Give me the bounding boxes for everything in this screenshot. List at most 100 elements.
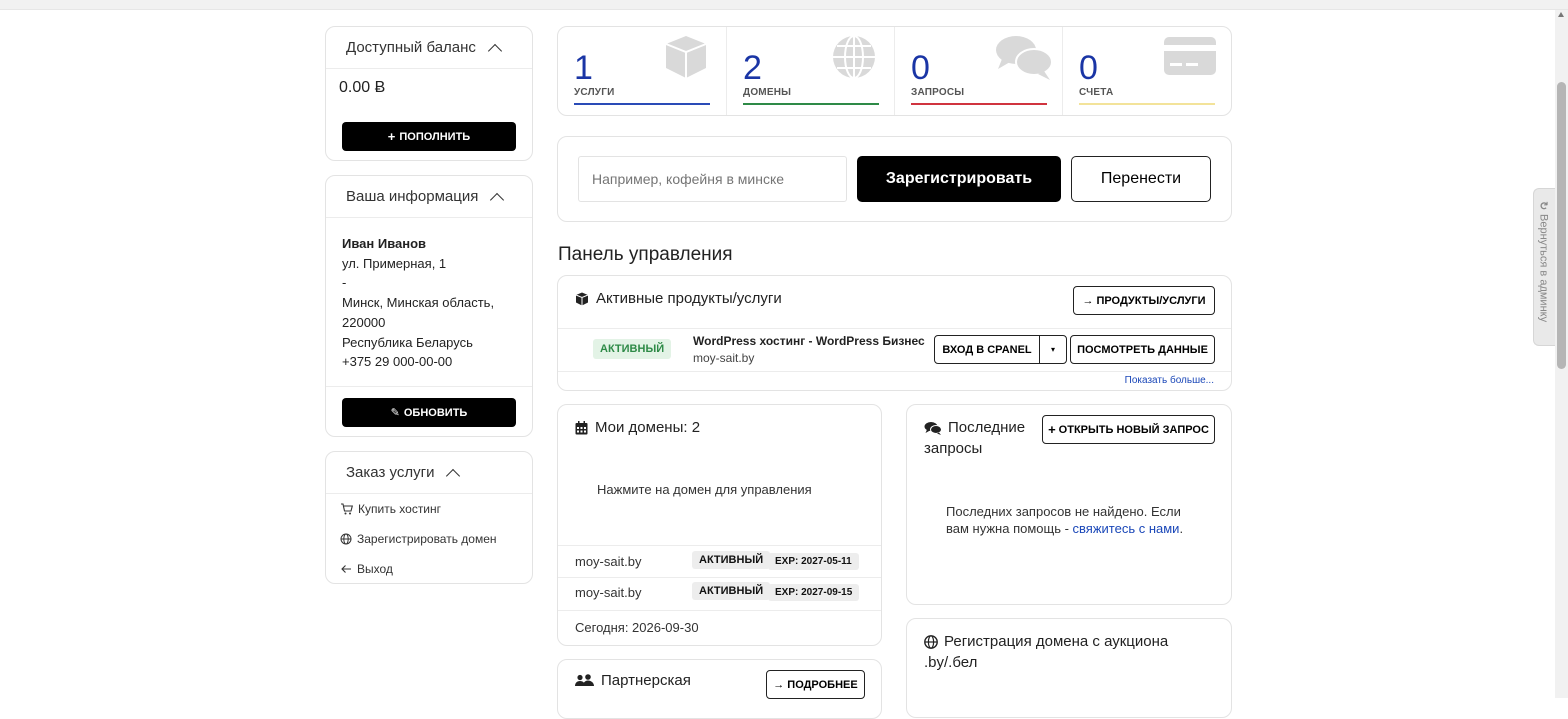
scroll-up-arrow[interactable]: [1558, 12, 1564, 17]
user-country: Республика Беларусь: [342, 334, 473, 350]
update-info-button[interactable]: ✎ ОБНОВИТЬ: [342, 398, 516, 427]
open-ticket-button[interactable]: + ОТКРЫТЬ НОВЫЙ ЗАПРОС: [1042, 415, 1215, 444]
caret-down-icon: ▾: [1050, 345, 1055, 354]
affiliate-more-label: ПОДРОБНЕЕ: [787, 678, 858, 691]
transfer-domain-button[interactable]: Перенести: [1071, 156, 1211, 202]
all-products-button[interactable]: → ПРОДУКТЫ/УСЛУГИ: [1073, 286, 1215, 315]
product-domain: moy-sait.by: [693, 351, 755, 365]
plus-icon: +: [387, 129, 396, 144]
affiliate-panel: Партнерская → ПОДРОБНЕЕ: [557, 659, 882, 719]
stat-value: 0: [911, 49, 930, 87]
globe-icon: [924, 634, 938, 649]
tickets-title-line2: запросы: [924, 440, 983, 457]
domain-row[interactable]: moy-sait.by АКТИВНЫЙ EXP: 2027-05-11: [558, 546, 881, 577]
sidebar-item-label: Выход: [357, 562, 393, 576]
balance-title: Доступный баланс: [346, 39, 476, 56]
domain-search-input[interactable]: [578, 156, 847, 202]
contact-us-link[interactable]: свяжитесь с нами: [1073, 521, 1180, 536]
recent-tickets-panel: Последние запросы + ОТКРЫТЬ НОВЫЙ ЗАПРОС…: [906, 404, 1232, 605]
stat-domains[interactable]: 2 ДОМЕНЫ: [726, 27, 894, 115]
domain-search-panel: Зарегистрировать Перенести: [557, 136, 1232, 222]
cpanel-dropdown-button[interactable]: ▾: [1039, 335, 1067, 364]
balance-panel: Доступный баланс 0.00 Ƀ + ПОПОЛНИТЬ: [325, 26, 533, 161]
user-info-title: Ваша информация: [346, 188, 479, 205]
auction-title-line1: Регистрация домена с аукциона: [944, 633, 1169, 650]
cpanel-login-button[interactable]: ВХОД В CPANEL: [934, 335, 1040, 364]
product-status-badge: АКТИВНЫЙ: [593, 339, 672, 359]
domain-row[interactable]: moy-sait.by АКТИВНЫЙ EXP: 2027-09-15: [558, 578, 881, 609]
arrow-right-icon: →: [1082, 294, 1094, 307]
stat-value: 1: [574, 49, 593, 87]
product-name[interactable]: WordPress хостинг - WordPress Бизнес: [693, 334, 925, 348]
cube-icon: [665, 36, 707, 78]
stat-underline: [1079, 103, 1215, 105]
balance-panel-header[interactable]: Доступный баланс: [326, 27, 532, 69]
empty-text-line2: вам нужна помощь -: [946, 521, 1073, 536]
stat-label: ЗАПРОСЫ: [911, 87, 965, 98]
stat-tickets[interactable]: 0 ЗАПРОСЫ: [894, 27, 1062, 115]
stat-value: 2: [743, 49, 762, 87]
active-products-title: Активные продукты/услуги: [596, 290, 782, 307]
auction-header: Регистрация домена с аукциона .by/.бел: [924, 631, 1168, 673]
order-panel: Заказ услуги Купить хостинг Зарегистриро…: [325, 451, 533, 584]
stat-services[interactable]: 1 УСЛУГИ: [558, 27, 726, 115]
comments-icon: [924, 421, 942, 435]
tickets-empty-message: Последних запросов не найдено. Если вам …: [946, 503, 1183, 537]
domain-status-badge: АКТИВНЫЙ: [692, 551, 771, 569]
sidebar-item-label: Купить хостинг: [358, 502, 442, 516]
divider: [558, 328, 1231, 329]
chevron-up-icon[interactable]: [490, 192, 505, 207]
topup-button[interactable]: + ПОПОЛНИТЬ: [342, 122, 516, 151]
user-info-header[interactable]: Ваша информация: [326, 176, 532, 218]
my-domains-panel: Мои домены: 2 Нажмите на домен для управ…: [557, 404, 882, 646]
domain-name: moy-sait.by: [575, 554, 642, 569]
empty-text-end: .: [1179, 521, 1184, 536]
user-postcode: 220000: [342, 314, 386, 330]
arrow-right-icon: →: [773, 678, 785, 691]
auction-title-line2: .by/.бел: [924, 654, 978, 671]
stat-underline: [911, 103, 1047, 105]
domain-expiry-badge: EXP: 2027-05-11: [768, 553, 859, 570]
domain-status-badge: АКТИВНЫЙ: [692, 582, 771, 600]
chevron-up-icon[interactable]: [446, 468, 461, 483]
register-domain-button[interactable]: Зарегистрировать: [857, 156, 1061, 202]
user-address-line1: ул. Примерная, 1: [342, 255, 447, 271]
user-info-panel: Ваша информация Иван Иванов ул. Примерна…: [325, 175, 533, 437]
refresh-icon: ↻: [1537, 201, 1549, 211]
pencil-icon: ✎: [390, 407, 400, 419]
view-details-button[interactable]: ПОСМОТРЕТЬ ДАННЫЕ: [1070, 335, 1215, 364]
order-title: Заказ услуги: [346, 464, 435, 481]
active-products-header: Активные продукты/услуги: [575, 290, 782, 307]
open-ticket-label: ОТКРЫТЬ НОВЫЙ ЗАПРОС: [1058, 423, 1209, 436]
my-domains-title: Мои домены: 2: [595, 419, 701, 436]
chevron-up-icon[interactable]: [487, 43, 502, 58]
arrow-left-icon: [341, 565, 351, 573]
active-products-panel: Активные продукты/услуги → ПРОДУКТЫ/УСЛУ…: [557, 275, 1232, 391]
back-to-admin-tab[interactable]: ↻ Вернуться в админку: [1533, 188, 1555, 346]
stats-panel: 1 УСЛУГИ 2 ДОМЕНЫ 0 ЗАПРОСЫ 0 СЧЕТА: [557, 26, 1232, 116]
sidebar-item-register-domain[interactable]: Зарегистрировать домен: [340, 532, 497, 546]
topup-label: ПОПОЛНИТЬ: [399, 130, 471, 143]
globe-icon: [833, 35, 875, 79]
affiliate-header: Партнерская: [575, 672, 691, 689]
stat-label: УСЛУГИ: [574, 87, 615, 98]
stat-invoices[interactable]: 0 СЧЕТА: [1062, 27, 1230, 115]
back-to-admin-label: Вернуться в админку: [1537, 214, 1550, 323]
divider: [326, 386, 532, 387]
user-name: Иван Иванов: [342, 236, 427, 251]
stat-underline: [574, 103, 710, 105]
stat-label: ДОМЕНЫ: [743, 87, 792, 98]
user-city: Минск, Минская область,: [342, 295, 495, 311]
scrollbar-thumb[interactable]: [1557, 82, 1566, 369]
cart-icon: [341, 503, 353, 515]
scrollbar-track[interactable]: [1555, 10, 1568, 698]
order-panel-header[interactable]: Заказ услуги: [326, 452, 532, 494]
tickets-header: Последние запросы: [924, 417, 1025, 459]
empty-text-line1: Последних запросов не найдено. Если: [946, 504, 1181, 519]
dashboard-title: Панель управления: [558, 244, 733, 265]
sidebar-item-logout[interactable]: Выход: [340, 562, 393, 576]
balance-amount: 0.00 Ƀ: [339, 79, 386, 96]
affiliate-more-button[interactable]: → ПОДРОБНЕЕ: [766, 670, 865, 699]
sidebar-item-buy-hosting[interactable]: Купить хостинг: [340, 502, 441, 516]
show-more-link[interactable]: Показать больше...: [1125, 375, 1214, 386]
